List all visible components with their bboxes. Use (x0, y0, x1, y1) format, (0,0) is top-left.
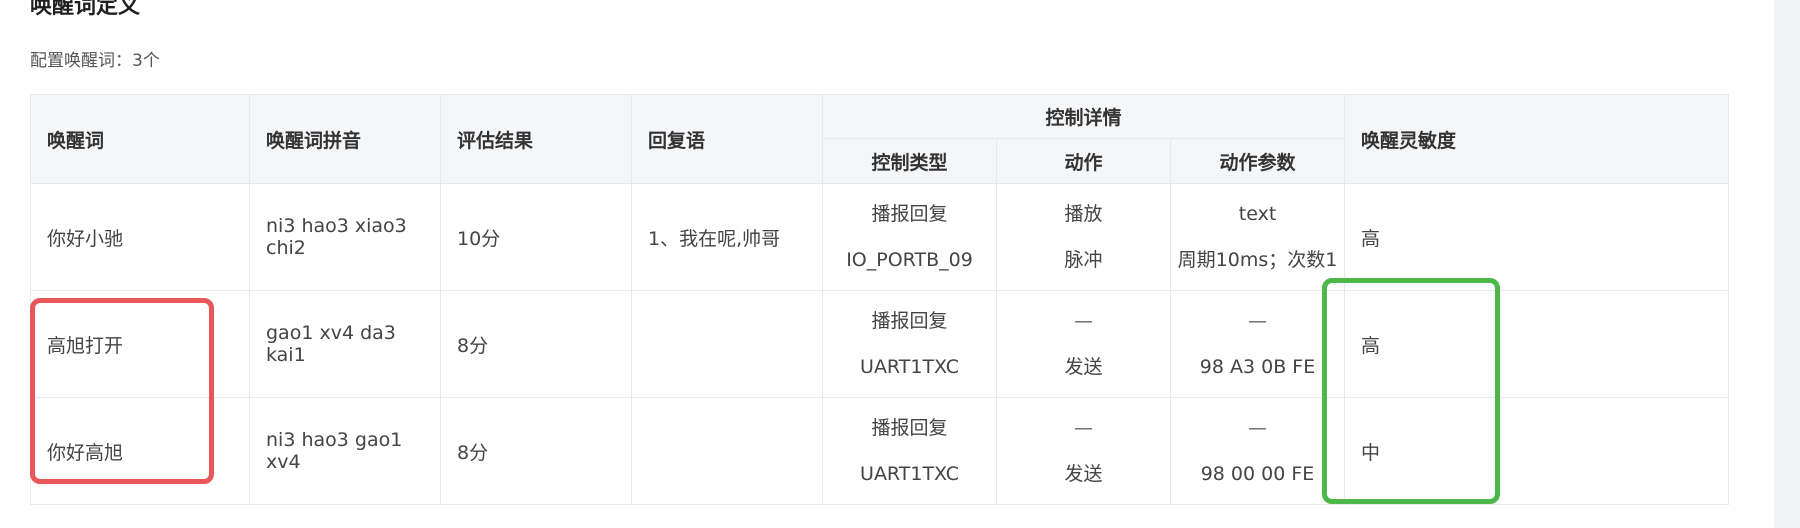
header-control-type: 控制类型 (822, 138, 997, 184)
action-params-value: 98 A3 0B FE (1199, 356, 1316, 378)
cell-action: — 发送 (996, 290, 1171, 398)
cell-reply: 1、我在呢,帅哥 (631, 183, 823, 291)
green-highlight-box (1322, 278, 1500, 504)
cell-control-type: 播报回复 UART1TXC (822, 290, 997, 398)
cell-control-type: 播报回复 UART1TXC (822, 397, 997, 505)
cell-control-type: 播报回复 IO_PORTB_09 (822, 183, 997, 291)
header-sensitivity: 唤醒灵敏度 (1344, 94, 1730, 184)
control-type-value: UART1TXC (860, 463, 959, 485)
cell-sensitivity: 高 (1344, 183, 1730, 291)
header-reply: 回复语 (631, 94, 823, 184)
action-value: 播放 (1064, 203, 1103, 225)
action-value: 发送 (1064, 356, 1103, 378)
cell-pinyin: gao1 xv4 da3 kai1 (249, 290, 441, 398)
action-params-value: — (1248, 417, 1268, 439)
cell-action-params: text 周期10ms；次数1 (1169, 183, 1346, 291)
cell-score: 8分 (440, 397, 632, 505)
wakeword-count-summary: 配置唤醒词：3个 (30, 51, 160, 71)
cell-action: — 发送 (996, 397, 1171, 505)
page: 唤醒词定义 配置唤醒词：3个 唤醒词 唤醒词拼音 评估结果 回复语 控制详情 唤… (0, 0, 1774, 528)
scrollbar-track[interactable] (1774, 0, 1800, 528)
control-type-value: IO_PORTB_09 (846, 249, 973, 271)
action-params-value: text (1238, 203, 1277, 225)
cell-action-params: — 98 A3 0B FE (1169, 290, 1346, 398)
control-type-value: 播报回复 (871, 203, 948, 225)
cell-score: 10分 (440, 183, 632, 291)
red-highlight-box (30, 298, 214, 484)
action-value: 脉冲 (1064, 249, 1103, 271)
cell-reply (631, 290, 823, 398)
cell-action-params: — 98 00 00 FE (1169, 397, 1346, 505)
control-type-value: UART1TXC (860, 356, 959, 378)
header-score: 评估结果 (440, 94, 632, 184)
action-value: — (1074, 417, 1093, 439)
action-params-value: 98 00 00 FE (1200, 463, 1315, 485)
header-action-params: 动作参数 (1169, 138, 1346, 184)
control-type-value: 播报回复 (871, 310, 948, 332)
header-control-group: 控制详情 (821, 94, 1346, 139)
cell-reply (631, 397, 823, 505)
action-params-value: — (1248, 310, 1268, 332)
cell-action: 播放 脉冲 (996, 183, 1171, 291)
header-action: 动作 (996, 138, 1171, 184)
cell-pinyin: ni3 hao3 xiao3 chi2 (249, 183, 441, 291)
action-value: 发送 (1064, 463, 1103, 485)
table-row: 你好小驰 ni3 hao3 xiao3 chi2 10分 1、我在呢,帅哥 播报… (30, 183, 1730, 291)
cell-pinyin: ni3 hao3 gao1 xv4 (249, 397, 441, 505)
section-title: 唤醒词定义 (30, 0, 141, 19)
header-pinyin: 唤醒词拼音 (249, 94, 441, 184)
action-params-value: 周期10ms；次数1 (1177, 249, 1338, 271)
control-type-value: 播报回复 (871, 417, 948, 439)
cell-score: 8分 (440, 290, 632, 398)
action-value: — (1074, 310, 1093, 332)
header-wakeword: 唤醒词 (30, 94, 250, 184)
cell-wakeword: 你好小驰 (30, 183, 250, 291)
